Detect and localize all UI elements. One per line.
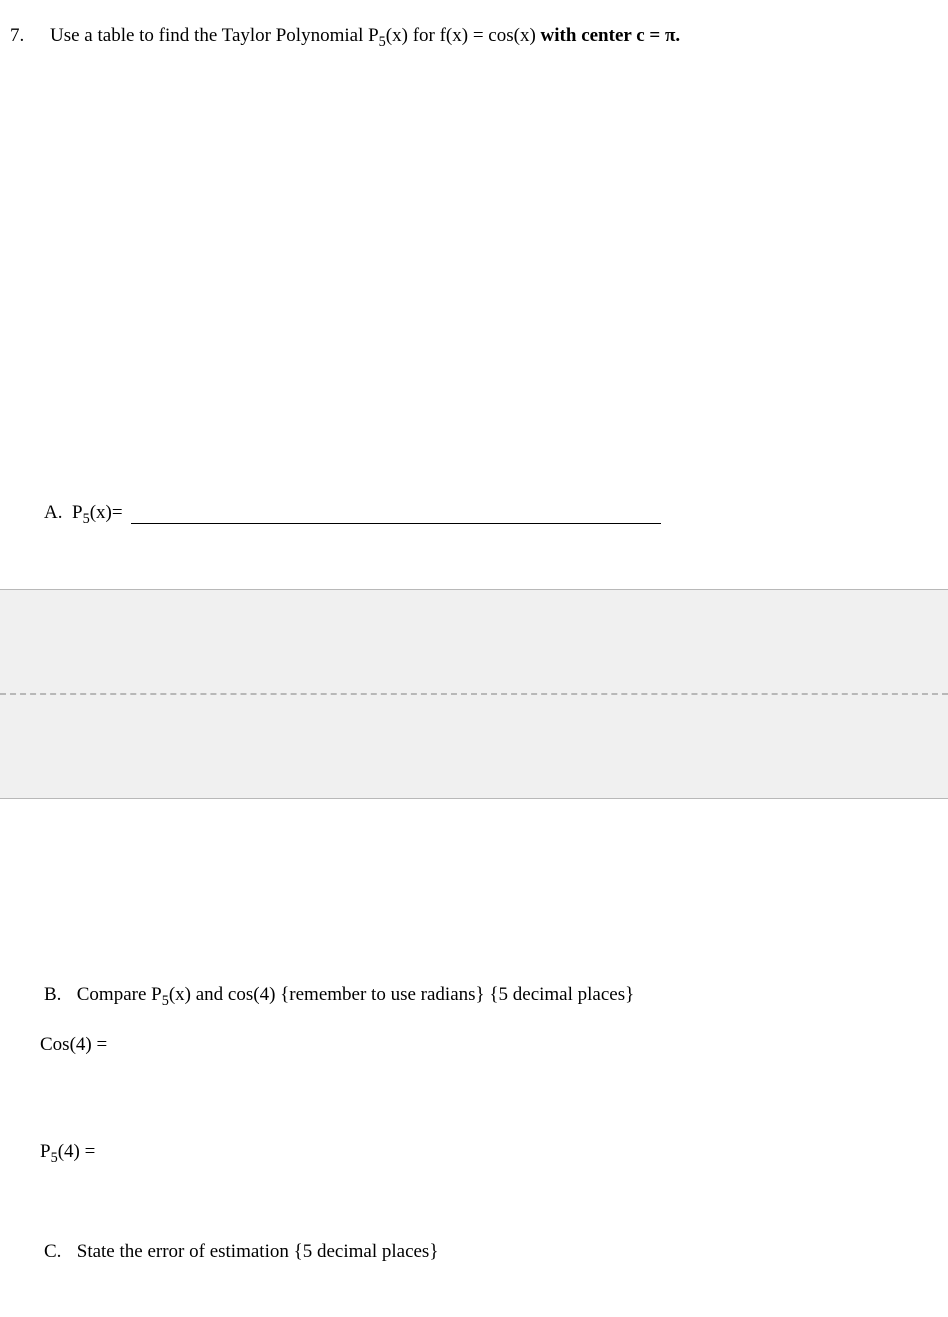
q-bold: with center c = π. bbox=[541, 25, 681, 46]
q-mid1: (x) for f(x) = cos(x) bbox=[386, 25, 541, 46]
dashed-divider bbox=[0, 693, 948, 695]
pb-pre: Compare P bbox=[77, 984, 162, 1005]
p5-4-line: P5(4) = bbox=[0, 1141, 948, 1163]
grey-band bbox=[0, 589, 948, 799]
pb-sub: 5 bbox=[162, 993, 169, 1009]
pa-post: (x)= bbox=[90, 502, 123, 523]
workspace-a bbox=[0, 47, 948, 492]
cos4-label: Cos(4) = bbox=[40, 1034, 107, 1055]
part-b: B. Compare P5(x) and cos(4) {remember to… bbox=[0, 984, 948, 1006]
cos4-line: Cos(4) = bbox=[0, 1034, 948, 1056]
q-prefix: Use a table to find the Taylor Polynomia… bbox=[50, 25, 379, 46]
p54-expr: P5(4) = bbox=[40, 1141, 95, 1162]
pb-post: (x) and cos(4) {remember to use radians}… bbox=[169, 984, 634, 1005]
part-a: A. P5(x)= bbox=[0, 502, 948, 524]
pa-sub: 5 bbox=[83, 511, 90, 527]
part-a-label: A. bbox=[44, 502, 72, 524]
answer-blank bbox=[131, 503, 661, 524]
p54-pre: P bbox=[40, 1141, 51, 1162]
part-c-label: C. bbox=[44, 1241, 72, 1263]
part-c-text: State the error of estimation {5 decimal… bbox=[77, 1241, 439, 1262]
part-c: C. State the error of estimation {5 deci… bbox=[0, 1241, 948, 1263]
question-row: 7. Use a table to find the Taylor Polyno… bbox=[0, 25, 948, 47]
pa-pre: P bbox=[72, 502, 83, 523]
part-a-expr: P5(x)= bbox=[72, 502, 123, 524]
question-text: Use a table to find the Taylor Polynomia… bbox=[50, 25, 948, 47]
part-b-text: Compare P5(x) and cos(4) {remember to us… bbox=[77, 984, 634, 1005]
part-b-label: B. bbox=[44, 984, 72, 1006]
p54-sub: 5 bbox=[51, 1150, 58, 1166]
page: 7. Use a table to find the Taylor Polyno… bbox=[0, 0, 948, 1263]
q-sub1: 5 bbox=[379, 34, 386, 50]
question-number: 7. bbox=[10, 25, 50, 47]
p54-post: (4) = bbox=[58, 1141, 96, 1162]
